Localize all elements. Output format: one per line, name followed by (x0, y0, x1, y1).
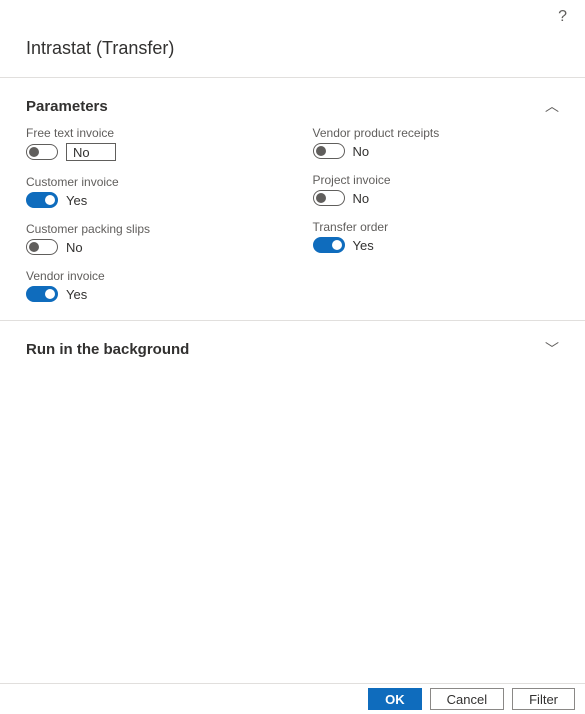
label-vendor-product-receipts: Vendor product receipts (313, 126, 560, 140)
control-project-invoice: No (313, 190, 560, 206)
value-transfer-order: Yes (353, 238, 374, 253)
value-vendor-product-receipts: No (353, 144, 370, 159)
field-free-text-invoice: Free text invoice (26, 126, 273, 161)
value-customer-invoice: Yes (66, 193, 87, 208)
dialog-footer: OK Cancel Filter (0, 683, 585, 714)
parameters-header[interactable]: Parameters ︿ (26, 78, 559, 126)
toggle-customer-invoice[interactable] (26, 192, 58, 208)
control-vendor-invoice: Yes (26, 286, 273, 302)
run-in-background-section: Run in the background ﹀ (0, 321, 585, 369)
toggle-customer-packing-slips[interactable] (26, 239, 58, 255)
label-customer-invoice: Customer invoice (26, 175, 273, 189)
value-project-invoice: No (353, 191, 370, 206)
parameters-col-left: Free text invoice Customer invoice Yes C… (26, 126, 273, 302)
control-transfer-order: Yes (313, 237, 560, 253)
control-customer-packing-slips: No (26, 239, 273, 255)
label-customer-packing-slips: Customer packing slips (26, 222, 273, 236)
chevron-down-icon: ﹀ (545, 339, 559, 359)
help-icon[interactable]: ? (558, 8, 567, 26)
dialog-title: Intrastat (Transfer) (0, 0, 585, 77)
label-free-text-invoice: Free text invoice (26, 126, 273, 140)
control-free-text-invoice (26, 143, 273, 161)
field-customer-invoice: Customer invoice Yes (26, 175, 273, 208)
cancel-button[interactable]: Cancel (430, 688, 504, 710)
run-in-background-header[interactable]: Run in the background ﹀ (26, 321, 559, 369)
value-customer-packing-slips: No (66, 240, 83, 255)
parameters-section: Parameters ︿ Free text invoice Customer … (0, 78, 585, 320)
label-project-invoice: Project invoice (313, 173, 560, 187)
field-customer-packing-slips: Customer packing slips No (26, 222, 273, 255)
control-customer-invoice: Yes (26, 192, 273, 208)
input-free-text-invoice[interactable] (66, 143, 116, 161)
label-transfer-order: Transfer order (313, 220, 560, 234)
parameters-title: Parameters (26, 98, 108, 115)
toggle-free-text-invoice[interactable] (26, 144, 58, 160)
toggle-project-invoice[interactable] (313, 190, 345, 206)
filter-button[interactable]: Filter (512, 688, 575, 710)
field-transfer-order: Transfer order Yes (313, 220, 560, 253)
field-vendor-product-receipts: Vendor product receipts No (313, 126, 560, 159)
ok-button[interactable]: OK (368, 688, 422, 710)
run-in-background-title: Run in the background (26, 341, 189, 358)
field-project-invoice: Project invoice No (313, 173, 560, 206)
toggle-vendor-invoice[interactable] (26, 286, 58, 302)
value-vendor-invoice: Yes (66, 287, 87, 302)
toggle-vendor-product-receipts[interactable] (313, 143, 345, 159)
parameters-col-right: Vendor product receipts No Project invoi… (313, 126, 560, 302)
chevron-up-icon: ︿ (545, 96, 559, 116)
parameters-body: Free text invoice Customer invoice Yes C… (26, 126, 559, 320)
field-vendor-invoice: Vendor invoice Yes (26, 269, 273, 302)
label-vendor-invoice: Vendor invoice (26, 269, 273, 283)
control-vendor-product-receipts: No (313, 143, 560, 159)
toggle-transfer-order[interactable] (313, 237, 345, 253)
